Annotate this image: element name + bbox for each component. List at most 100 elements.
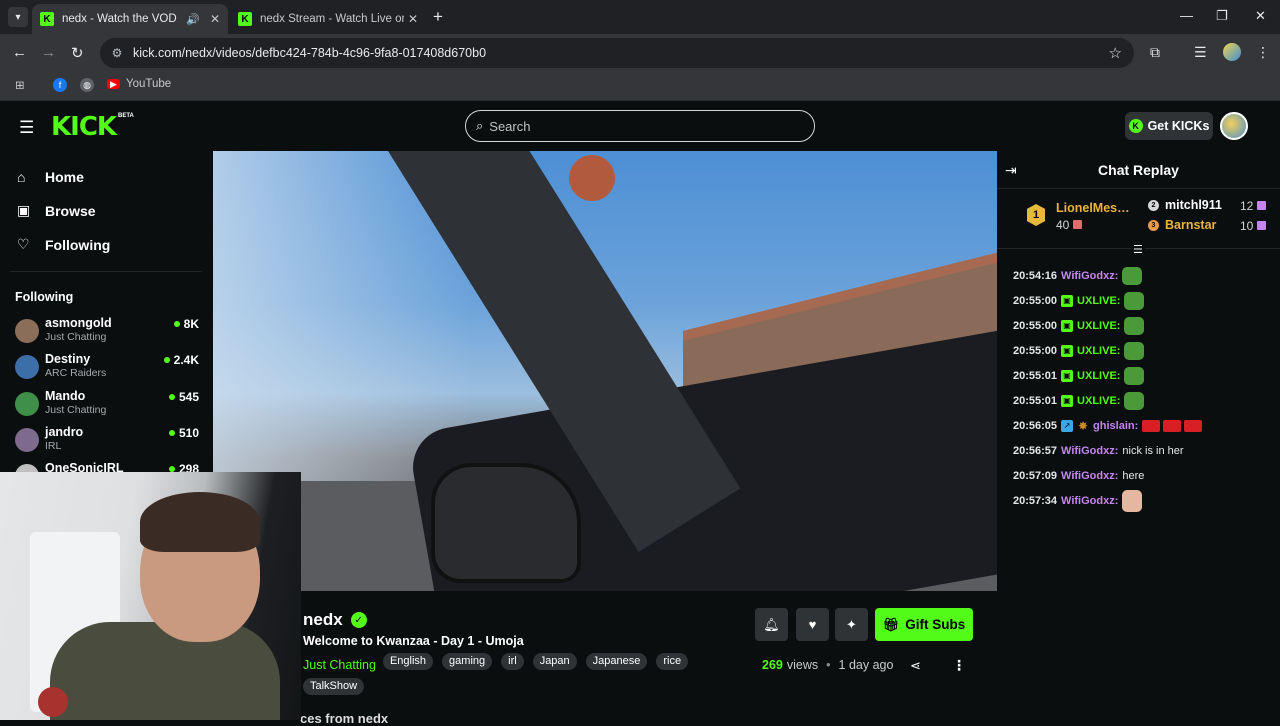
bookmark-star-icon[interactable]: ☆	[1109, 44, 1122, 62]
gift-icon	[1257, 221, 1267, 230]
message-username[interactable]: UXLIVE:	[1077, 320, 1120, 332]
youtube-icon: ▶	[107, 79, 120, 89]
channel-name: Destiny	[45, 352, 91, 366]
tag-chip[interactable]: irl	[501, 653, 524, 670]
sidebar-item-browse[interactable]: ▣ Browse	[17, 202, 96, 219]
sidebar-item-home[interactable]: ⌂ Home	[17, 169, 84, 185]
tab-title: nedx Stream - Watch Live on Ki	[260, 13, 404, 25]
channel-category: Just Chatting	[45, 404, 107, 416]
crown-badge-icon: ✸	[1078, 418, 1089, 433]
tag-chip[interactable]: Japanese	[585, 653, 648, 670]
followed-channel[interactable]: Mando Just Chatting 545	[15, 388, 201, 422]
notification-bell-button[interactable]: 🔔︎	[755, 608, 788, 641]
message-username[interactable]: UXLIVE:	[1077, 295, 1120, 307]
tag-chip[interactable]: Japan	[532, 653, 577, 670]
get-kicks-button[interactable]: K Get KICKs	[1125, 112, 1213, 140]
menu-icon[interactable]: ☰	[19, 118, 34, 138]
media-control-icon[interactable]: ☰	[1194, 44, 1207, 61]
kick-favicon: K	[238, 12, 252, 26]
bell-icon: 🔔︎	[763, 616, 780, 632]
back-icon[interactable]: ←	[12, 44, 27, 61]
channel-category: IRL	[45, 440, 62, 452]
browser-menu-icon[interactable]: ⋮	[1256, 44, 1270, 61]
close-window-icon[interactable]: ✕	[1255, 8, 1266, 24]
apps-icon[interactable]: ⊞	[15, 78, 25, 92]
video-player[interactable]	[213, 151, 997, 591]
message-username[interactable]: WifiGodxz:	[1061, 470, 1118, 482]
message-timestamp: 20:55:00	[1013, 294, 1058, 307]
verified-icon: ✓	[350, 612, 367, 628]
channel-category: ARC Raiders	[45, 367, 107, 379]
reload-icon[interactable]: ↻	[71, 44, 84, 62]
streamer-name-row[interactable]: nedx ✓	[303, 610, 367, 630]
tab-live[interactable]: K nedx Stream - Watch Live on Ki ✕	[230, 4, 426, 34]
message-username[interactable]: WifiGodxz:	[1061, 495, 1118, 507]
tag-chip[interactable]: gaming	[442, 653, 493, 670]
user-avatar[interactable]	[1220, 112, 1248, 140]
message-text: here	[1122, 469, 1145, 482]
message-username[interactable]: UXLIVE:	[1077, 370, 1120, 382]
webcam-hair	[140, 492, 260, 552]
gift-subs-button[interactable]: 🎁︎ Gift Subs	[875, 608, 973, 641]
close-tab-icon[interactable]: ✕	[210, 12, 220, 26]
search-input[interactable]: ⌕ Search	[465, 110, 815, 142]
more-options-icon[interactable]: ⋮	[952, 657, 966, 674]
kick-logo[interactable]: KICK	[51, 112, 117, 142]
profile-avatar[interactable]	[1223, 43, 1241, 61]
channel-avatar	[15, 392, 39, 416]
message-timestamp: 20:54:16	[1013, 269, 1058, 282]
stream-title: Welcome to Kwanzaa - Day 1 - Umoja	[303, 634, 524, 648]
streamer-name[interactable]: nedx	[303, 610, 343, 630]
chat-message: 20:55:00 ▣ UXLIVE:	[1013, 338, 1273, 363]
close-tab-icon[interactable]: ✕	[408, 12, 418, 26]
chat-message: 20:54:16 WifiGodxz:	[1013, 263, 1273, 288]
leaderboard-name[interactable]: LionelMessi...	[1056, 201, 1136, 215]
collapse-chat-icon[interactable]: ⇥	[1005, 162, 1017, 179]
maximize-icon[interactable]: ❐	[1216, 8, 1228, 24]
speaker-icon[interactable]: 🔊	[186, 13, 200, 26]
leaderboard-count-value: 12	[1240, 199, 1254, 213]
chat-message: 20:57:09 WifiGodxz: here	[1013, 463, 1273, 488]
sparkle-button[interactable]: ✦	[835, 608, 868, 641]
message-username[interactable]: WifiGodxz:	[1061, 445, 1118, 457]
tag-chip[interactable]: rice	[656, 653, 689, 670]
tab-search-icon[interactable]: ▾	[8, 7, 28, 27]
frog-emote-icon	[1122, 266, 1143, 285]
leaderboard-count-value: 40	[1056, 218, 1070, 232]
site-info-icon[interactable]: ⚙	[109, 45, 125, 61]
tab-vod[interactable]: K nedx - Watch the VOD on Ki 🔊 ✕	[32, 4, 228, 34]
followed-channel[interactable]: Destiny ARC Raiders 2.4K	[15, 351, 201, 385]
browse-icon: ▣	[17, 202, 31, 218]
message-username[interactable]: UXLIVE:	[1077, 395, 1120, 407]
message-username[interactable]: ghislain:	[1093, 420, 1138, 432]
leaderboard-name[interactable]: mitchl911	[1165, 198, 1222, 212]
message-username[interactable]: UXLIVE:	[1077, 345, 1120, 357]
followed-channel[interactable]: jandro IRL 510	[15, 424, 201, 458]
gift-icon	[1073, 220, 1083, 229]
chat-filter-icon[interactable]: ☰	[1131, 243, 1145, 256]
following-heading: Following	[15, 290, 74, 304]
tag-chip[interactable]: English	[382, 653, 434, 670]
category-link[interactable]: Just Chatting	[303, 657, 376, 674]
extensions-icon[interactable]: ⧉	[1150, 44, 1160, 61]
minimize-icon[interactable]: —	[1180, 8, 1193, 23]
url-field[interactable]: ⚙ kick.com/nedx/videos/defbc424-784b-4c9…	[100, 38, 1134, 68]
globe-bookmark[interactable]: ◍	[80, 78, 100, 92]
follow-button[interactable]: ♥	[796, 608, 829, 641]
message-username[interactable]: WifiGodxz:	[1061, 270, 1118, 282]
sidebar-item-following[interactable]: ♡ Following	[17, 236, 110, 253]
followed-channel[interactable]: asmongold Just Chatting 8K	[15, 315, 201, 349]
viewer-count: 8K	[173, 317, 199, 331]
browser-tab-bar: ▾ K nedx - Watch the VOD on Ki 🔊 ✕ K ned…	[0, 0, 1280, 34]
forward-icon[interactable]: →	[41, 44, 56, 61]
face-emote-icon	[1122, 489, 1143, 512]
viewer-count-value: 545	[178, 390, 199, 404]
new-tab-icon[interactable]: +	[433, 7, 443, 27]
heart-icon: ♥	[808, 617, 817, 632]
channel-name: Mando	[45, 389, 86, 403]
leaderboard-name[interactable]: Barnstar	[1165, 218, 1216, 232]
share-icon[interactable]: ⋖	[910, 658, 921, 674]
tag-chip[interactable]: TalkShow	[303, 678, 365, 695]
youtube-bookmark[interactable]: ▶ YouTube	[107, 78, 171, 90]
facebook-bookmark[interactable]: f	[53, 78, 73, 92]
